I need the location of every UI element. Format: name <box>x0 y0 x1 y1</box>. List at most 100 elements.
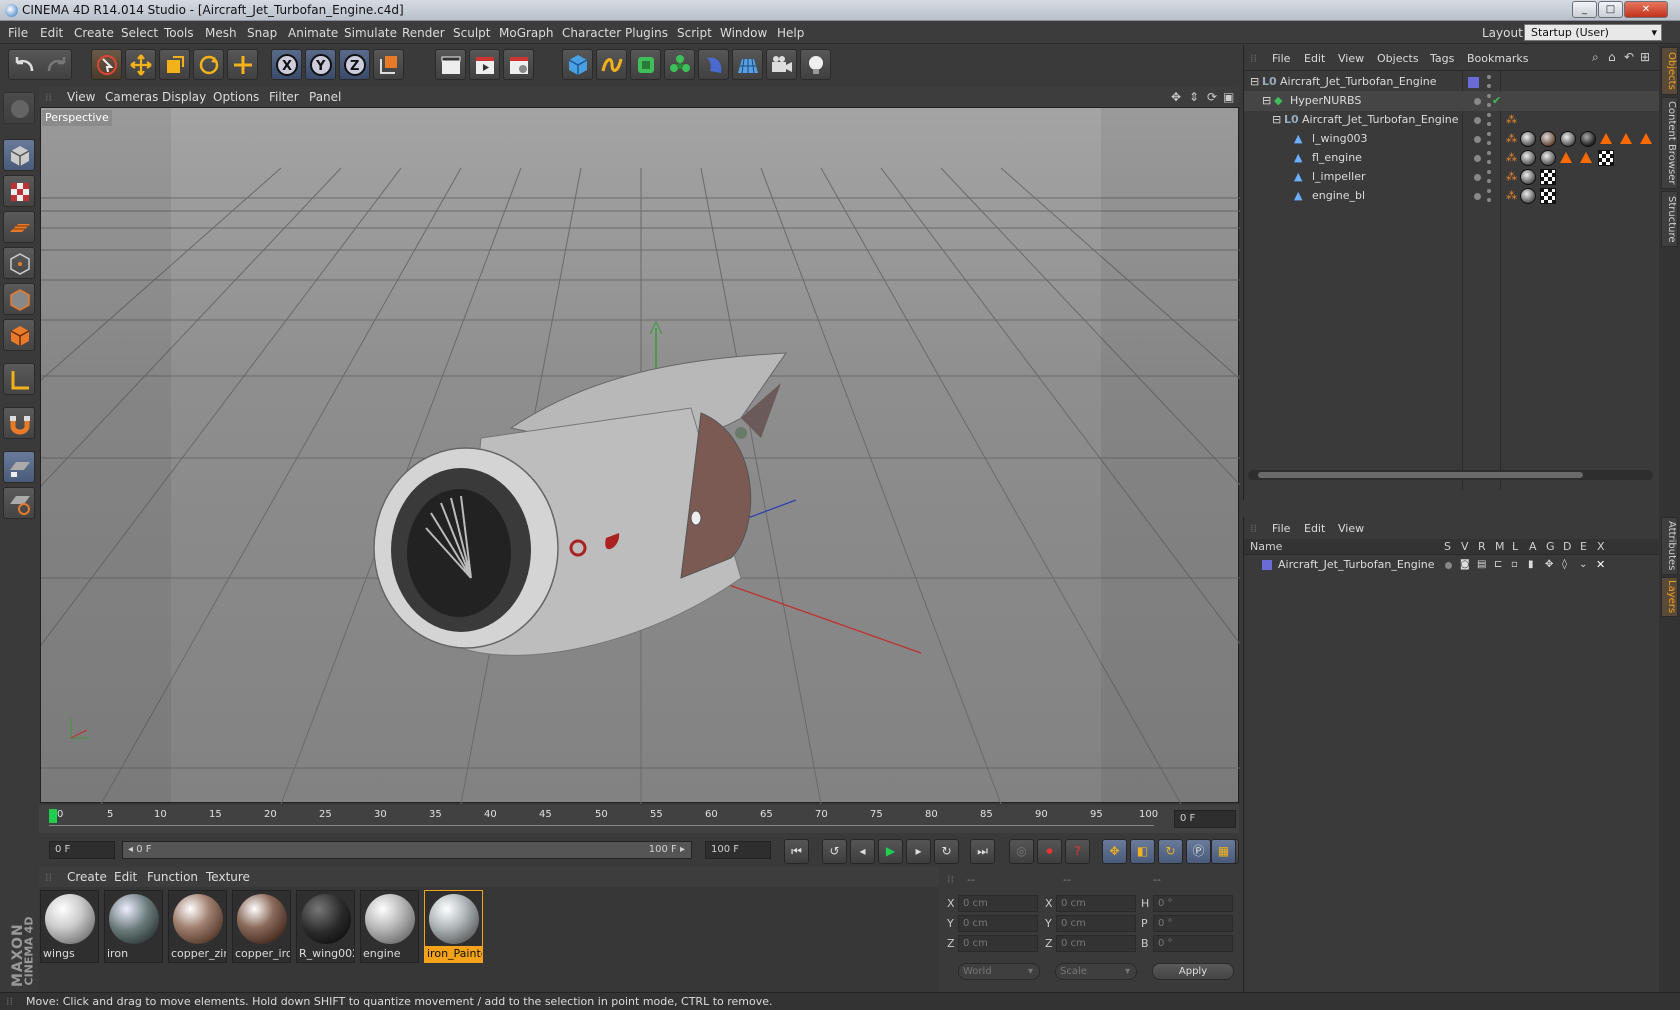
material-tag-icon[interactable] <box>1540 131 1556 147</box>
object-row[interactable]: ⊟ L0 Aircraft_Jet_Turbofan_Engine <box>1244 72 1659 92</box>
polygons-mode-button[interactable] <box>3 319 35 351</box>
viewport-menu-display[interactable]: Display <box>162 90 206 104</box>
tab-objects[interactable]: Objects <box>1661 47 1678 95</box>
objects-menu-view[interactable]: View <box>1338 52 1364 65</box>
add-cube-button[interactable] <box>562 49 593 80</box>
material-tag-icon[interactable] <box>1520 131 1536 147</box>
end-frame-field[interactable]: 100 F <box>705 841 771 859</box>
minimize-button[interactable]: _ <box>1572 1 1597 18</box>
next-frame-button[interactable]: ▸ <box>906 839 931 864</box>
material-item[interactable]: iron <box>104 890 163 963</box>
layer-col-locked[interactable]: L <box>1512 540 1518 553</box>
material-tag-icon[interactable] <box>1580 131 1596 147</box>
viewport-rotate-icon[interactable]: ⟳ <box>1207 90 1217 104</box>
x-axis-lock-button[interactable]: X <box>271 49 302 80</box>
layer-col-render[interactable]: R <box>1478 540 1486 553</box>
material-item[interactable]: R_wing002 <box>296 890 355 963</box>
phong-tag-icon[interactable]: ⁂ <box>1506 167 1517 187</box>
menu-tools[interactable]: Tools <box>164 26 194 40</box>
menu-mograph[interactable]: MoGraph <box>499 26 554 40</box>
size-mode-dropdown[interactable]: Scale ▾ <box>1055 963 1137 980</box>
make-editable-button[interactable] <box>3 92 35 124</box>
tab-layers[interactable]: Layers <box>1661 577 1678 617</box>
scrollbar-thumb[interactable] <box>1258 472 1583 478</box>
collapse-icon[interactable]: ⊟ <box>1272 110 1281 130</box>
snap-button[interactable] <box>3 407 35 439</box>
material-menu-edit[interactable]: Edit <box>114 870 137 884</box>
material-item-selected[interactable]: iron_Painte <box>424 890 483 963</box>
menu-script[interactable]: Script <box>677 26 712 40</box>
goto-next-key-button[interactable]: ↻ <box>934 839 959 864</box>
render-visibility-dot[interactable] <box>1487 198 1491 202</box>
editor-visibility-dot[interactable] <box>1487 189 1491 193</box>
uvw-tag-icon[interactable] <box>1540 169 1556 185</box>
frame-range-slider[interactable]: ◂ 0 F 100 F ▸ <box>122 841 692 859</box>
rotate-tool-button[interactable] <box>193 49 224 80</box>
autokey-button[interactable]: ⏺ <box>1037 839 1062 864</box>
layer-col-view[interactable]: V <box>1461 540 1469 553</box>
add-environment-button[interactable] <box>732 49 763 80</box>
size-x-field[interactable]: 0 cm <box>1056 895 1136 912</box>
tab-attributes[interactable]: Attributes <box>1661 517 1678 575</box>
menu-create[interactable]: Create <box>74 26 114 40</box>
add-nurbs-button[interactable] <box>630 49 661 80</box>
object-row[interactable]: ⊟ L0 Aircraft_Jet_Turbofan_Engine ⁂ <box>1244 110 1659 130</box>
collapse-icon[interactable]: ⊟ <box>1262 91 1271 111</box>
axis-mode-button[interactable] <box>3 363 35 395</box>
tab-content-browser[interactable]: Content Browser <box>1661 97 1678 189</box>
key-rotation-button[interactable]: ↻ <box>1158 839 1183 864</box>
material-menu-function[interactable]: Function <box>147 870 198 884</box>
render-visibility-dot[interactable] <box>1487 122 1491 126</box>
apply-button[interactable]: Apply <box>1152 963 1234 980</box>
viewport-menu-panel[interactable]: Panel <box>309 90 341 104</box>
layer-expression-icon[interactable]: ⌄ <box>1579 556 1587 574</box>
render-settings-button[interactable] <box>503 49 534 80</box>
add-camera-button[interactable] <box>766 49 797 80</box>
layer-color-swatch[interactable] <box>1468 77 1479 88</box>
objects-menu-tags[interactable]: Tags <box>1430 52 1454 65</box>
object-status-dot[interactable] <box>1474 98 1481 105</box>
editor-visibility-dot[interactable] <box>1487 94 1491 98</box>
z-axis-lock-button[interactable]: Z <box>339 49 370 80</box>
menu-file[interactable]: File <box>8 26 28 40</box>
goto-start-button[interactable]: ⏮ <box>784 839 809 864</box>
selection-tag-icon[interactable] <box>1620 133 1632 144</box>
current-frame-field[interactable]: 0 F <box>1174 810 1236 828</box>
menu-plugins[interactable]: Plugins <box>625 26 668 40</box>
layer-col-solo[interactable]: S <box>1444 540 1451 553</box>
layer-render-clapper-icon[interactable]: ▤ <box>1477 556 1486 574</box>
editor-visibility-dot[interactable] <box>1487 75 1491 79</box>
layer-col-xref[interactable]: X <box>1597 540 1605 553</box>
menu-mesh[interactable]: Mesh <box>205 26 237 40</box>
objects-menu-file[interactable]: File <box>1272 52 1290 65</box>
texture-mode-button[interactable] <box>3 175 35 207</box>
objects-menu-edit[interactable]: Edit <box>1304 52 1325 65</box>
layout-select[interactable]: Startup (User) ▾ <box>1524 24 1662 41</box>
object-status-dot[interactable] <box>1474 174 1481 181</box>
object-status-dot[interactable] <box>1474 117 1481 124</box>
viewport-zoom-icon[interactable]: ⇕ <box>1189 90 1199 104</box>
objects-menu-bookmarks[interactable]: Bookmarks <box>1467 52 1528 65</box>
object-row[interactable]: ▲ l_wing003 ⁂ <box>1244 129 1659 149</box>
layers-menu-edit[interactable]: Edit <box>1304 522 1325 535</box>
layer-col-expressions[interactable]: E <box>1580 540 1587 553</box>
timeline-ruler[interactable]: 0 5 10 15 20 25 30 35 40 45 50 55 60 65 … <box>39 805 1239 833</box>
playhead-marker[interactable] <box>49 809 57 823</box>
planar-workplane-button[interactable] <box>3 487 35 519</box>
editor-visibility-dot[interactable] <box>1487 132 1491 136</box>
menu-edit[interactable]: Edit <box>40 26 63 40</box>
start-frame-field[interactable]: 0 F <box>49 841 115 859</box>
material-item[interactable]: wings <box>40 890 99 963</box>
horizontal-scrollbar[interactable] <box>1248 470 1653 480</box>
goto-prev-key-button[interactable]: ↺ <box>822 839 847 864</box>
maximize-button[interactable]: □ <box>1598 1 1623 18</box>
object-status-dot[interactable] <box>1474 193 1481 200</box>
tab-structure[interactable]: Structure <box>1661 191 1678 247</box>
drag-handle-icon[interactable]: ⁞⁞ <box>45 871 52 884</box>
selection-tag-icon[interactable] <box>1560 152 1572 163</box>
menu-character[interactable]: Character <box>562 26 621 40</box>
drag-handle-icon[interactable]: ⁞⁞ <box>947 873 954 886</box>
layer-col-generators[interactable]: G <box>1546 540 1555 553</box>
layer-view-eye-icon[interactable]: ◙ <box>1460 556 1470 574</box>
key-parameter-button[interactable]: Ⓟ <box>1186 839 1211 864</box>
